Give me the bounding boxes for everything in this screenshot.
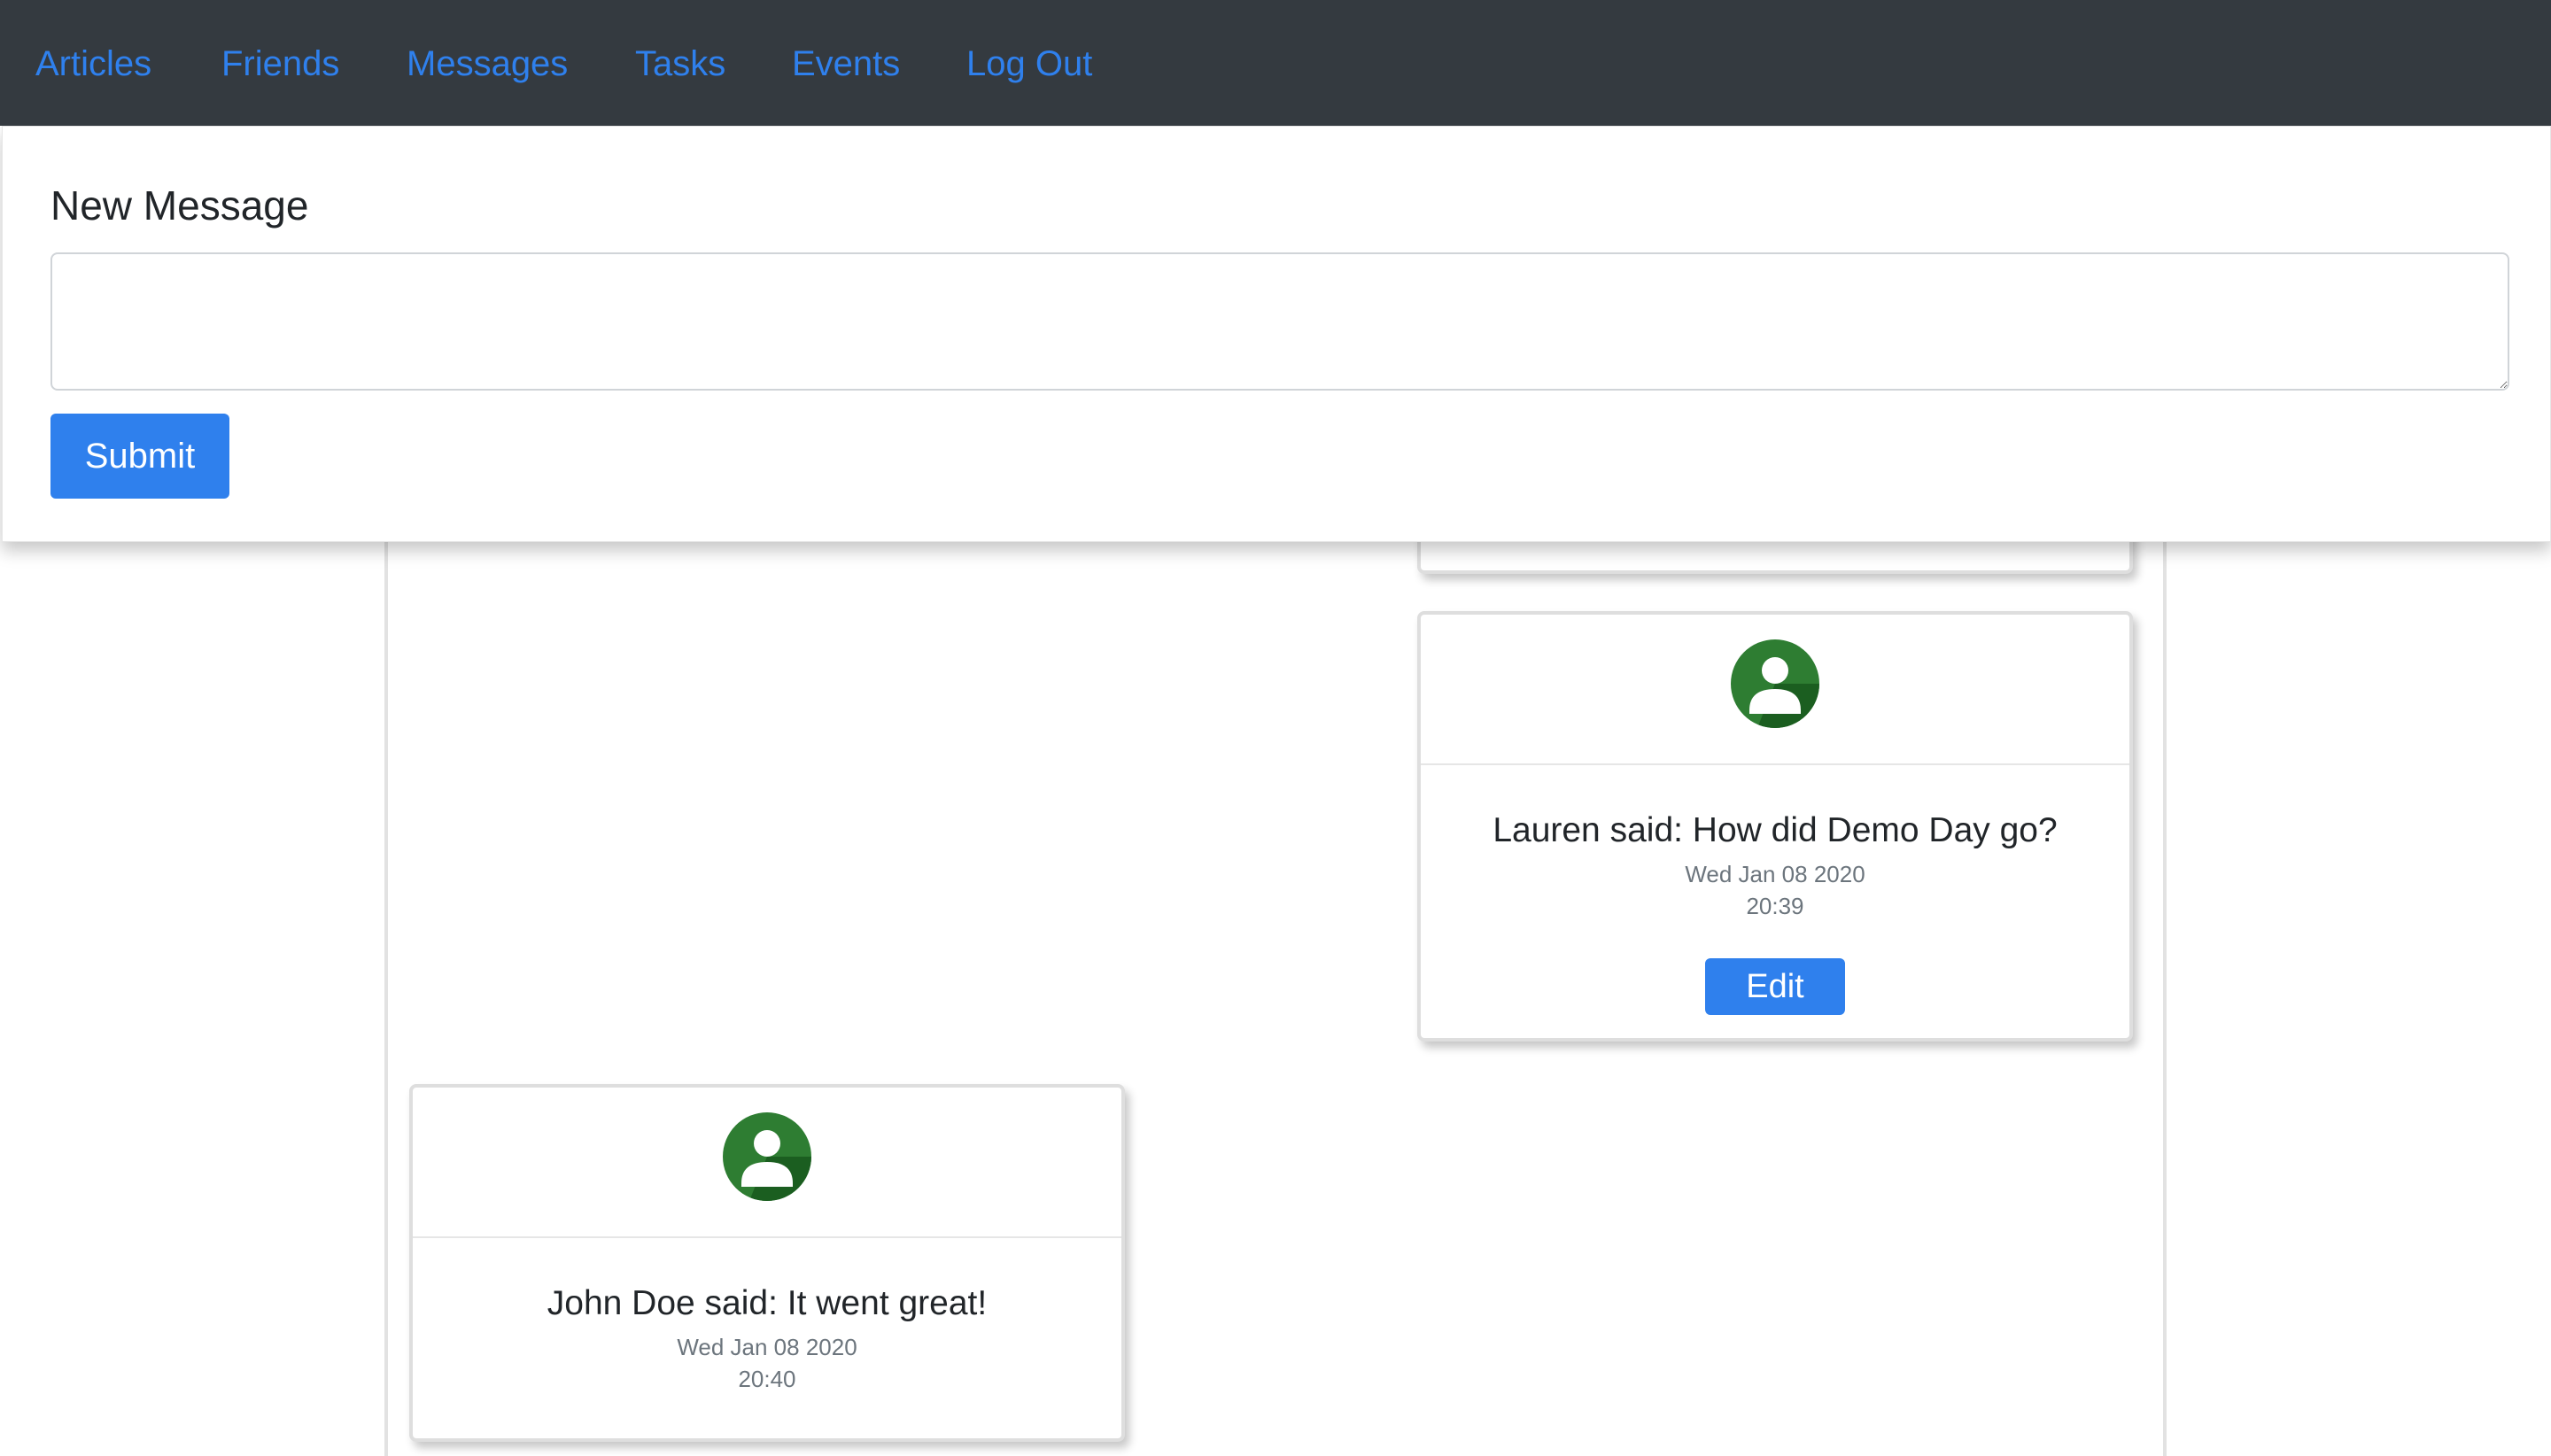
submit-button[interactable]: Submit bbox=[50, 414, 229, 499]
message-input[interactable] bbox=[50, 252, 2509, 391]
nav-link-messages[interactable]: Messages bbox=[407, 37, 568, 90]
new-message-title: New Message bbox=[50, 182, 309, 228]
message-date: Wed Jan 08 2020 bbox=[1685, 861, 1865, 887]
message-text: Lauren said: How did Demo Day go? bbox=[1493, 811, 2058, 849]
nav-link-articles[interactable]: Articles bbox=[35, 37, 151, 90]
nav-link-tasks[interactable]: Tasks bbox=[635, 37, 725, 90]
message-card-header bbox=[413, 1088, 1121, 1238]
nav-link-log-out[interactable]: Log Out bbox=[966, 37, 1092, 90]
message-card: John Doe said: It went great! Wed Jan 08… bbox=[409, 1084, 1125, 1442]
message-date: Wed Jan 08 2020 bbox=[677, 1334, 857, 1360]
message-text: John Doe said: It went great! bbox=[547, 1284, 988, 1322]
message-card-header bbox=[1421, 615, 2129, 765]
edit-message-button[interactable]: Edit bbox=[1705, 958, 1845, 1015]
message-card: Lauren said: How did Demo Day go? Wed Ja… bbox=[1417, 611, 2133, 1042]
user-avatar-icon bbox=[723, 1112, 811, 1201]
new-message-panel: New Message Submit bbox=[2, 126, 2551, 542]
message-time: 20:40 bbox=[738, 1366, 796, 1392]
user-avatar-icon bbox=[1731, 639, 1819, 728]
nav-link-events[interactable]: Events bbox=[792, 37, 900, 90]
nav-link-friends[interactable]: Friends bbox=[221, 37, 339, 90]
message-time: 20:39 bbox=[1746, 893, 1804, 919]
top-navbar: Articles Friends Messages Tasks Events L… bbox=[0, 0, 2551, 126]
